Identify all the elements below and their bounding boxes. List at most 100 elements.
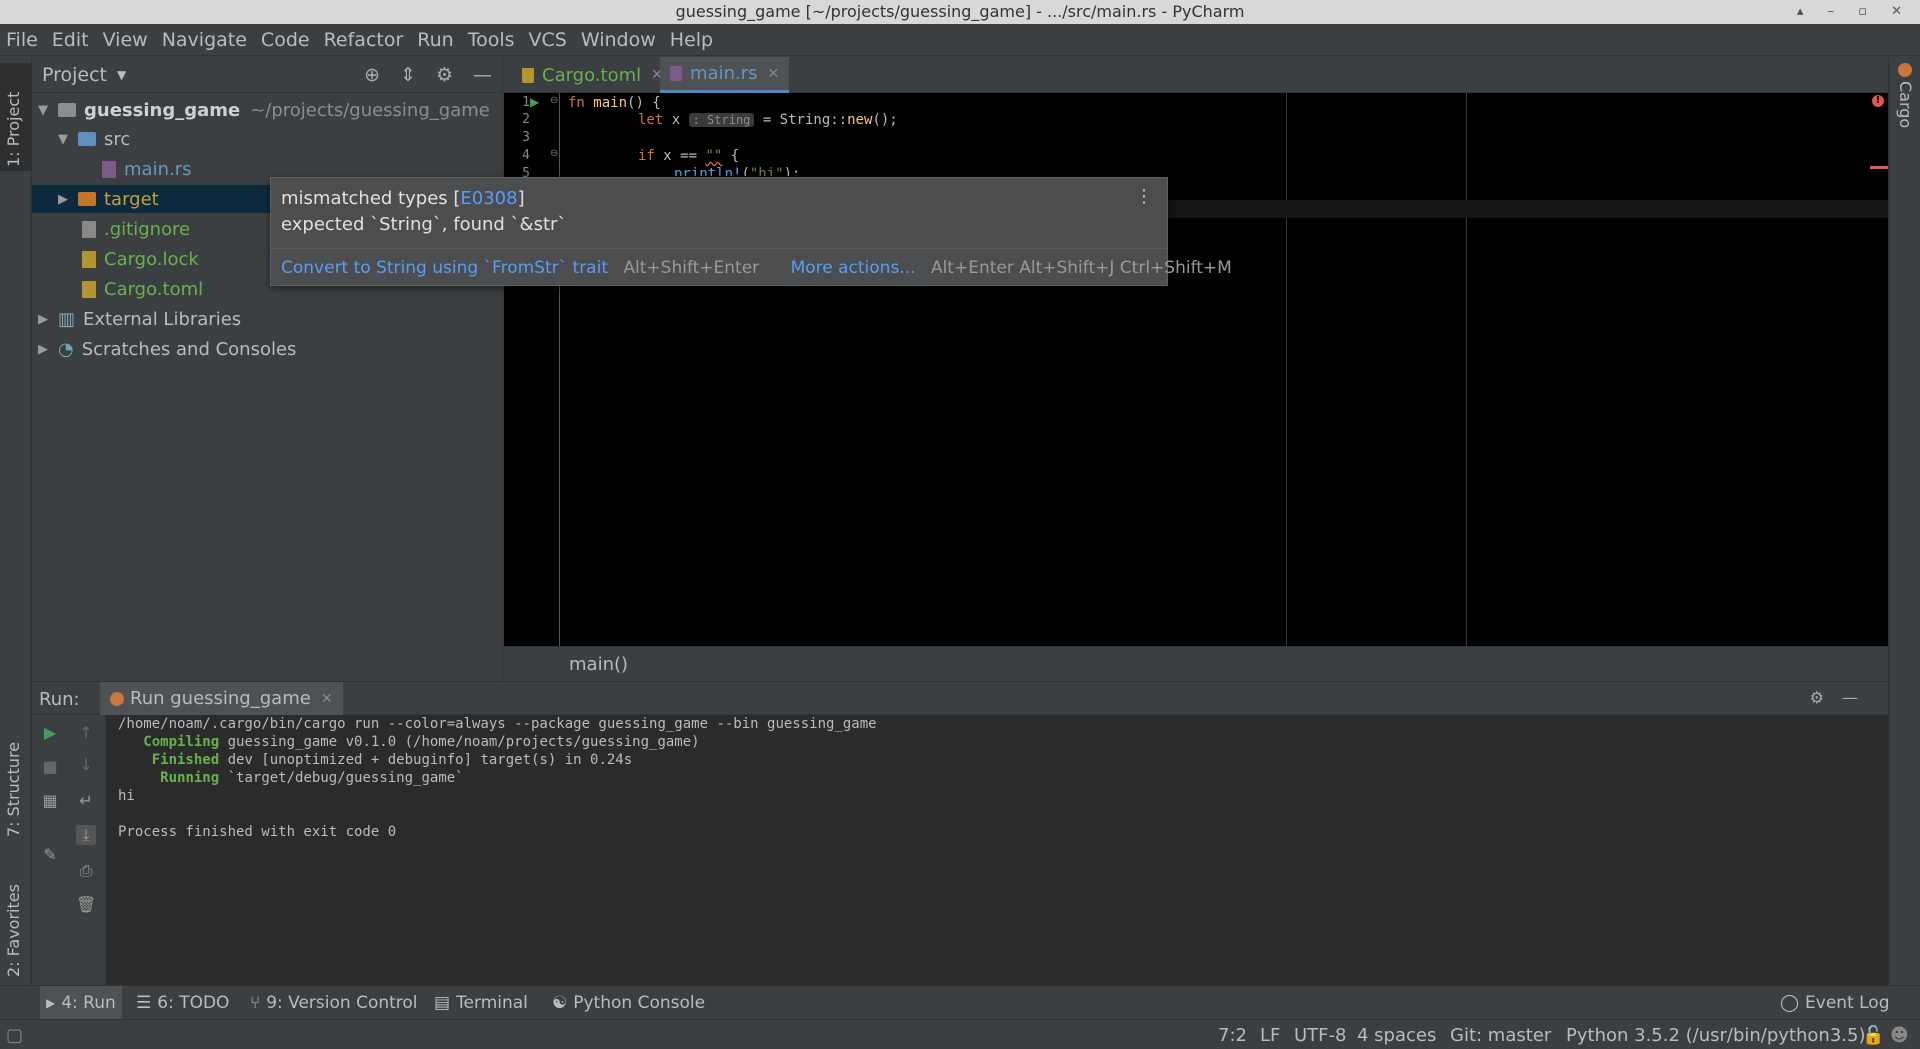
layout-icon[interactable]: ▦ xyxy=(40,791,60,811)
close-icon[interactable]: ✕ xyxy=(767,66,779,82)
menu-file[interactable]: File xyxy=(6,29,38,51)
run-gutter-icon[interactable]: ▶ xyxy=(530,95,539,109)
collapsed-arrow-icon[interactable]: ▶ xyxy=(58,192,78,207)
fold-icon[interactable]: ⊖ xyxy=(550,95,558,106)
tab-label: main.rs xyxy=(690,63,758,84)
code-line-5: println!("hi"); xyxy=(674,166,801,176)
menu-code[interactable]: Code xyxy=(261,29,310,51)
quick-fix-shortcut: Alt+Shift+Enter xyxy=(623,258,760,278)
menu-navigate[interactable]: Navigate xyxy=(162,29,247,51)
run-config-tab[interactable]: Run guessing_game ✕ xyxy=(100,682,343,715)
tool-tab-event-log[interactable]: ◯ Event Log xyxy=(1780,986,1890,1020)
down-arrow-icon[interactable]: ↓ xyxy=(76,755,96,775)
tree-item-src[interactable]: ▼ src xyxy=(58,125,130,153)
error-code-link[interactable]: E0308 xyxy=(460,188,517,209)
menu-vcs[interactable]: VCS xyxy=(529,29,567,51)
code-line-2: let x : String = String::new(); xyxy=(638,112,898,128)
tab-main-rs[interactable]: main.rs ✕ xyxy=(660,57,790,93)
collapse-all-icon[interactable]: ⇕ xyxy=(400,64,416,86)
error-highlight: "" xyxy=(705,148,723,164)
up-arrow-icon[interactable]: ↑ xyxy=(76,723,96,743)
menu-run[interactable]: Run xyxy=(417,29,453,51)
inspector-icon[interactable]: ☻ xyxy=(1890,1025,1909,1046)
breadcrumb: main() xyxy=(504,646,1888,681)
tree-root[interactable]: ▼ guessing_game ~/projects/guessing_game xyxy=(38,96,498,124)
caret-position[interactable]: 7:2 xyxy=(1218,1025,1247,1046)
gear-icon[interactable]: ⚙ xyxy=(1810,688,1842,707)
cargo-icon xyxy=(1898,63,1912,77)
run-panel-tools: ⚙— xyxy=(1810,688,1876,707)
rerun-icon[interactable]: ▶ xyxy=(40,723,60,743)
more-actions-shortcut: Alt+Enter Alt+Shift+J Ctrl+Shift+M xyxy=(930,258,1232,278)
tree-item-label: src xyxy=(104,128,131,150)
project-tool-tab[interactable]: 1: Project xyxy=(4,92,23,167)
tree-item-label: Cargo.lock xyxy=(104,248,199,270)
error-stripe-marker[interactable] xyxy=(1870,166,1888,169)
scroll-to-end-icon[interactable]: ⤓ xyxy=(76,825,96,845)
project-root-path: ~/projects/guessing_game xyxy=(250,99,490,121)
tree-item-cargo-toml[interactable]: Cargo.toml xyxy=(82,275,203,303)
right-margin-guide xyxy=(1286,93,1287,646)
right-margin-guide xyxy=(1466,93,1467,646)
cargo-tool-tab[interactable]: Cargo xyxy=(1896,81,1915,128)
line-separator[interactable]: LF xyxy=(1260,1025,1280,1046)
code-editor[interactable]: fn main() { let x : String = String::new… xyxy=(560,93,1888,646)
toggle-tool-windows-icon[interactable]: ▢ xyxy=(6,1025,23,1046)
tool-tab-version-control[interactable]: ⑂ 9: Version Control xyxy=(250,986,418,1020)
gitignore-file-icon xyxy=(82,220,96,238)
menu-help[interactable]: Help xyxy=(670,29,713,51)
menu-edit[interactable]: Edit xyxy=(52,29,89,51)
hide-icon[interactable]: — xyxy=(1842,688,1876,707)
python-interpreter[interactable]: Python 3.5.2 (/usr/bin/python3.5) xyxy=(1566,1025,1866,1046)
favorites-tool-tab[interactable]: 2: Favorites xyxy=(4,884,23,977)
tool-tab-todo[interactable]: ☰ 6: TODO xyxy=(136,986,229,1020)
tree-item-external-libraries[interactable]: ▶ ▥ External Libraries xyxy=(38,305,241,333)
menu-tools[interactable]: Tools xyxy=(468,29,515,51)
tab-cargo-toml[interactable]: Cargo.toml ✕ xyxy=(512,57,673,93)
tool-tab-run[interactable]: ▶ 4: Run xyxy=(40,986,122,1020)
stop-icon[interactable]: ■ xyxy=(40,757,60,777)
tool-tab-terminal[interactable]: ▤ Terminal xyxy=(434,986,528,1020)
expanded-arrow-icon[interactable]: ▼ xyxy=(38,103,58,118)
tool-tab-python-console[interactable]: ☯ Python Console xyxy=(552,986,705,1020)
tree-item-main-rs[interactable]: main.rs xyxy=(102,155,191,183)
project-panel: Project ▼ ⊕ ⇕ ⚙ — ▼ guessing_game ~/proj… xyxy=(32,57,503,681)
cargo-icon xyxy=(110,691,124,706)
indent-settings[interactable]: 4 spaces xyxy=(1357,1025,1436,1046)
tree-item-scratches[interactable]: ▶ ◔ Scratches and Consoles xyxy=(38,335,296,363)
menu-window[interactable]: Window xyxy=(581,29,656,51)
soft-wrap-icon[interactable]: ↵ xyxy=(76,791,96,811)
run-console[interactable]: /home/noam/.cargo/bin/cargo run --color=… xyxy=(106,715,1888,985)
lock-icon[interactable]: 🔓 xyxy=(1862,1025,1884,1046)
hide-icon[interactable]: — xyxy=(473,64,492,86)
chevron-down-icon[interactable]: ▼ xyxy=(117,68,126,82)
file-encoding[interactable]: UTF-8 xyxy=(1294,1025,1346,1046)
console-line: Running `target/debug/guessing_game` xyxy=(160,770,464,786)
gear-icon[interactable]: ⚙ xyxy=(436,64,453,86)
scratches-icon: ◔ xyxy=(58,338,74,360)
collapsed-arrow-icon[interactable]: ▶ xyxy=(38,342,58,357)
print-icon[interactable]: ⎙ xyxy=(76,861,96,881)
tree-item-cargo-lock[interactable]: Cargo.lock xyxy=(82,245,199,273)
structure-tool-tab[interactable]: 7: Structure xyxy=(4,742,23,837)
locate-icon[interactable]: ⊕ xyxy=(364,64,380,86)
menu-refactor[interactable]: Refactor xyxy=(324,29,404,51)
breadcrumb-item[interactable]: main() xyxy=(569,654,628,675)
fold-icon[interactable]: ⊖ xyxy=(550,148,558,159)
pin-icon[interactable]: ✎ xyxy=(40,845,60,865)
quick-fix-link[interactable]: Convert to String using `FromStr` trait xyxy=(281,258,608,278)
more-actions-link[interactable]: More actions... xyxy=(791,258,916,278)
line-number: 4 xyxy=(522,148,530,163)
speech-bubble-icon: ◯ xyxy=(1780,993,1800,1013)
menu-view[interactable]: View xyxy=(103,29,148,51)
trash-icon[interactable]: 🗑 xyxy=(76,895,96,915)
close-icon[interactable]: ✕ xyxy=(321,691,333,707)
expanded-arrow-icon[interactable]: ▼ xyxy=(58,132,78,147)
project-view-title[interactable]: Project xyxy=(42,64,107,86)
collapsed-arrow-icon[interactable]: ▶ xyxy=(38,312,58,327)
window-controls[interactable]: ▴ – ▫ ✕ xyxy=(1797,0,1912,24)
tree-item-gitignore[interactable]: .gitignore xyxy=(82,215,190,243)
more-options-icon[interactable]: ⋮ xyxy=(1135,186,1153,207)
error-indicator-icon[interactable]: ! xyxy=(1872,95,1884,107)
git-branch[interactable]: Git: master xyxy=(1450,1025,1551,1046)
